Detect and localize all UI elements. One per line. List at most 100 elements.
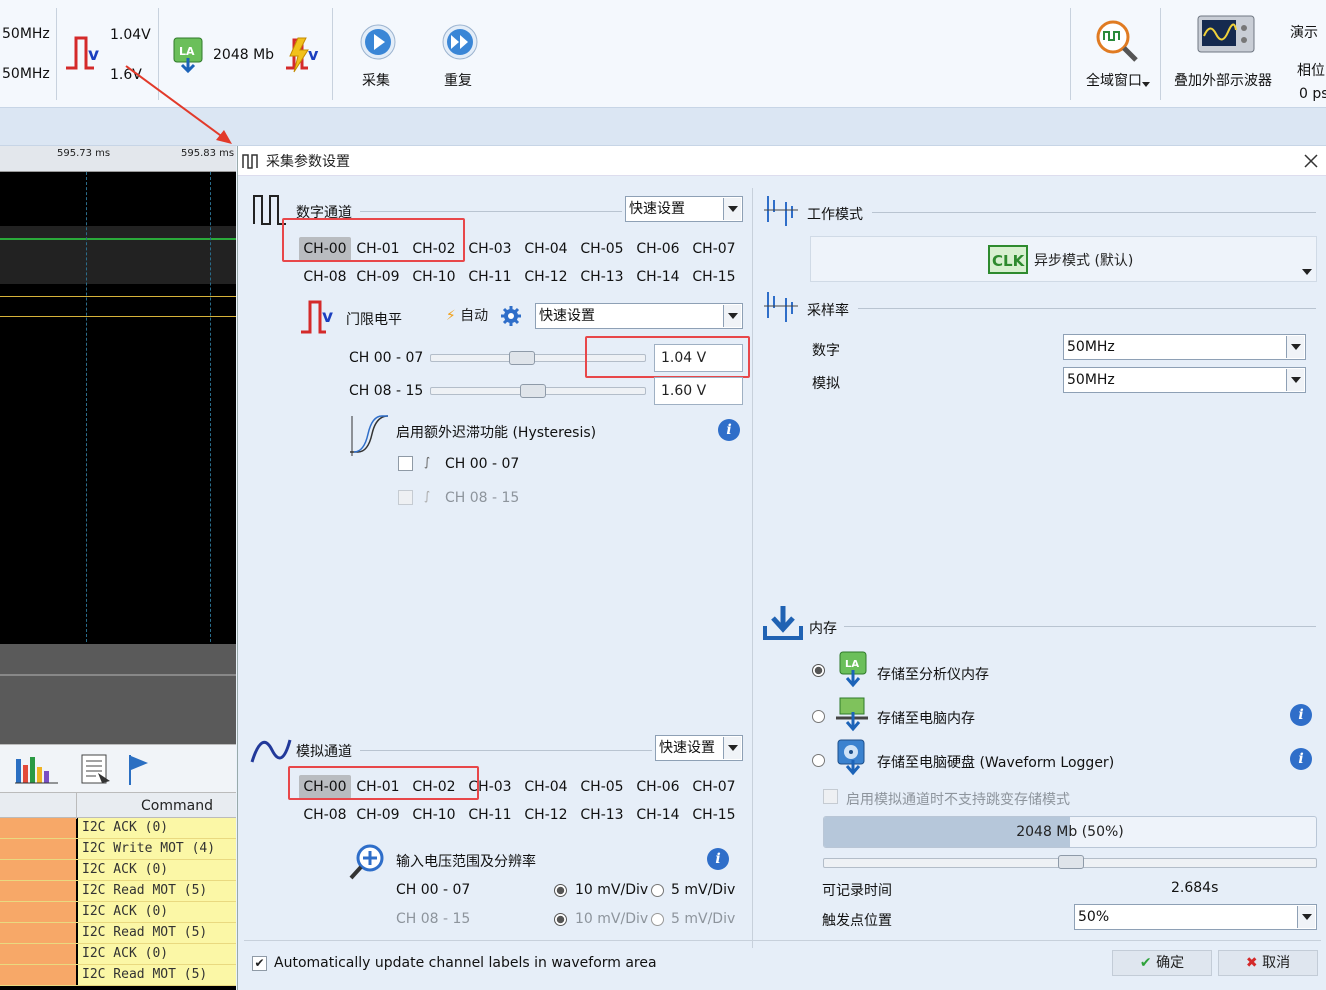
threshold-group1-label: CH 00 - 07: [349, 350, 424, 366]
slider-thumb[interactable]: [519, 384, 546, 398]
digital-channel-button[interactable]: CH-06: [632, 237, 684, 261]
hysteresis-mini-icon: ∫: [424, 455, 431, 469]
hysteresis-group1-checkbox[interactable]: [398, 456, 413, 471]
range-group1-10mv-radio[interactable]: [554, 884, 567, 897]
cancel-button[interactable]: ✖ 取消: [1218, 950, 1318, 976]
overlay-scope-label: 叠加外部示波器: [1174, 73, 1272, 89]
chevron-down-icon: [723, 198, 741, 220]
digital-channel-button[interactable]: CH-03: [464, 237, 516, 261]
memory-pc-ram-radio[interactable]: [812, 710, 825, 723]
analog-channel-button[interactable]: CH-08: [299, 803, 351, 827]
digital-channel-button[interactable]: CH-09: [352, 265, 404, 289]
list-item[interactable]: I2C Write MOT (4): [0, 839, 236, 860]
memory-usage-text: 2048 Mb (50%): [1016, 824, 1124, 840]
repeat-button[interactable]: 重复: [436, 22, 484, 96]
svg-text:CLK: CLK: [992, 252, 1026, 270]
analog-channel-button[interactable]: CH-05: [576, 775, 628, 799]
acquire-button[interactable]: 采集: [354, 22, 402, 96]
waveform-pane[interactable]: 595.73 ms 595.83 ms Command I2C ACK (0) …: [0, 146, 236, 990]
chevron-down-icon: [1286, 336, 1304, 358]
hysteresis-group2-label: CH 08 - 15: [445, 490, 520, 506]
range-group1-5mv-radio[interactable]: [651, 884, 664, 897]
command-column-header[interactable]: Command: [0, 792, 236, 819]
overlay-scope-button[interactable]: 叠加外部示波器: [1170, 12, 1282, 98]
analog-channel-button[interactable]: CH-06: [632, 775, 684, 799]
digital-channel-button[interactable]: CH-14: [632, 265, 684, 289]
threshold-quick-setup-select[interactable]: 快速设置: [535, 303, 743, 329]
slider-thumb[interactable]: [1058, 855, 1084, 869]
flag-icon[interactable]: [126, 753, 152, 785]
analog-rate-select[interactable]: 50MHz: [1063, 367, 1306, 393]
bar-chart-icon[interactable]: [14, 753, 62, 785]
range-group2-10mv-radio[interactable]: [554, 913, 567, 926]
threshold-group2-slider[interactable]: [430, 384, 646, 398]
analog-channel-button[interactable]: CH-10: [408, 803, 460, 827]
transition-mode-checkbox[interactable]: [823, 789, 838, 804]
digital-channel-button[interactable]: CH-15: [688, 265, 740, 289]
ok-button[interactable]: ✔ 确定: [1112, 950, 1212, 976]
auto-update-labels-label: Automatically update channel labels in w…: [274, 955, 657, 971]
memory-pc-disk-label: 存储至电脑硬盘 (Waveform Logger): [877, 755, 1115, 771]
close-icon[interactable]: [1304, 154, 1318, 168]
demo-label[interactable]: 演示: [1290, 22, 1318, 42]
analysis-toolbar: [0, 744, 236, 792]
hysteresis-group2-checkbox[interactable]: [398, 490, 413, 505]
digital-channel-button[interactable]: CH-04: [520, 237, 572, 261]
list-item[interactable]: I2C ACK (0): [0, 860, 236, 881]
digital-channel-button[interactable]: CH-12: [520, 265, 572, 289]
work-mode-select[interactable]: CLK 异步模式 (默认): [810, 236, 1317, 282]
range-group2-label: CH 08 - 15: [396, 911, 471, 927]
range-group2-5mv-radio[interactable]: [651, 913, 664, 926]
digital-channel-button[interactable]: CH-08: [299, 265, 351, 289]
analog-channel-button[interactable]: CH-13: [576, 803, 628, 827]
digital-channel-button[interactable]: CH-10: [408, 265, 460, 289]
analog-channel-button[interactable]: CH-11: [464, 803, 516, 827]
slider-thumb[interactable]: [508, 351, 535, 365]
analog-channel-button[interactable]: CH-15: [688, 803, 740, 827]
digital-channel-button[interactable]: CH-13: [576, 265, 628, 289]
analog-channel-button[interactable]: CH-04: [520, 775, 572, 799]
list-export-icon[interactable]: [80, 753, 112, 785]
list-item[interactable]: I2C ACK (0): [0, 818, 236, 839]
threshold-group2-input[interactable]: 1.60 V: [654, 377, 743, 405]
digital-rate-select[interactable]: 50MHz: [1063, 334, 1306, 360]
auto-update-labels-checkbox[interactable]: ✔: [252, 956, 267, 971]
annotation-arrow: [125, 65, 232, 144]
digital-trace-band: [0, 226, 236, 284]
digital-channel-button[interactable]: CH-11: [464, 265, 516, 289]
memory-usage-bar: 2048 Mb (50%): [823, 816, 1317, 848]
trigger-icon[interactable]: v: [284, 36, 324, 74]
fast-forward-icon: [442, 24, 478, 60]
phase-label: 相位: [1297, 63, 1325, 79]
chevron-down-icon: [723, 737, 741, 759]
analog-quick-setup-select[interactable]: 快速设置: [655, 735, 743, 761]
digital-quick-setup-select[interactable]: 快速设置: [625, 196, 743, 222]
info-icon[interactable]: i: [707, 848, 729, 870]
analog-channel-button[interactable]: CH-09: [352, 803, 404, 827]
trigger-position-select[interactable]: 50%: [1074, 904, 1317, 930]
gear-icon[interactable]: [500, 305, 522, 327]
info-icon[interactable]: i: [1290, 704, 1312, 726]
analog-channel-button[interactable]: CH-14: [632, 803, 684, 827]
check-icon: ✔: [1139, 955, 1152, 971]
memory-pc-disk-radio[interactable]: [812, 754, 825, 767]
threshold-icon[interactable]: v: [64, 34, 108, 74]
memory-slider[interactable]: [823, 855, 1317, 869]
analog-channel-button[interactable]: CH-07: [688, 775, 740, 799]
list-item[interactable]: I2C Read MOT (5): [0, 923, 236, 944]
list-item[interactable]: I2C Read MOT (5): [0, 965, 236, 986]
global-window-button[interactable]: 全域窗口: [1082, 18, 1156, 98]
list-item[interactable]: I2C ACK (0): [0, 944, 236, 965]
annotation-box: [282, 218, 465, 262]
info-icon[interactable]: i: [1290, 748, 1312, 770]
info-icon[interactable]: i: [718, 419, 740, 441]
auto-threshold-button[interactable]: ⚡ 自动: [422, 303, 512, 329]
list-item[interactable]: I2C ACK (0): [0, 902, 236, 923]
digital-channel-button[interactable]: CH-07: [688, 237, 740, 261]
digital-channel-button[interactable]: CH-05: [576, 237, 628, 261]
memory-analyzer-radio[interactable]: [812, 664, 825, 677]
list-item[interactable]: I2C Read MOT (5): [0, 881, 236, 902]
analog-rate-readout: 50MHz: [2, 66, 50, 82]
analog-channel-button[interactable]: CH-12: [520, 803, 572, 827]
hysteresis-icon: [350, 415, 389, 456]
